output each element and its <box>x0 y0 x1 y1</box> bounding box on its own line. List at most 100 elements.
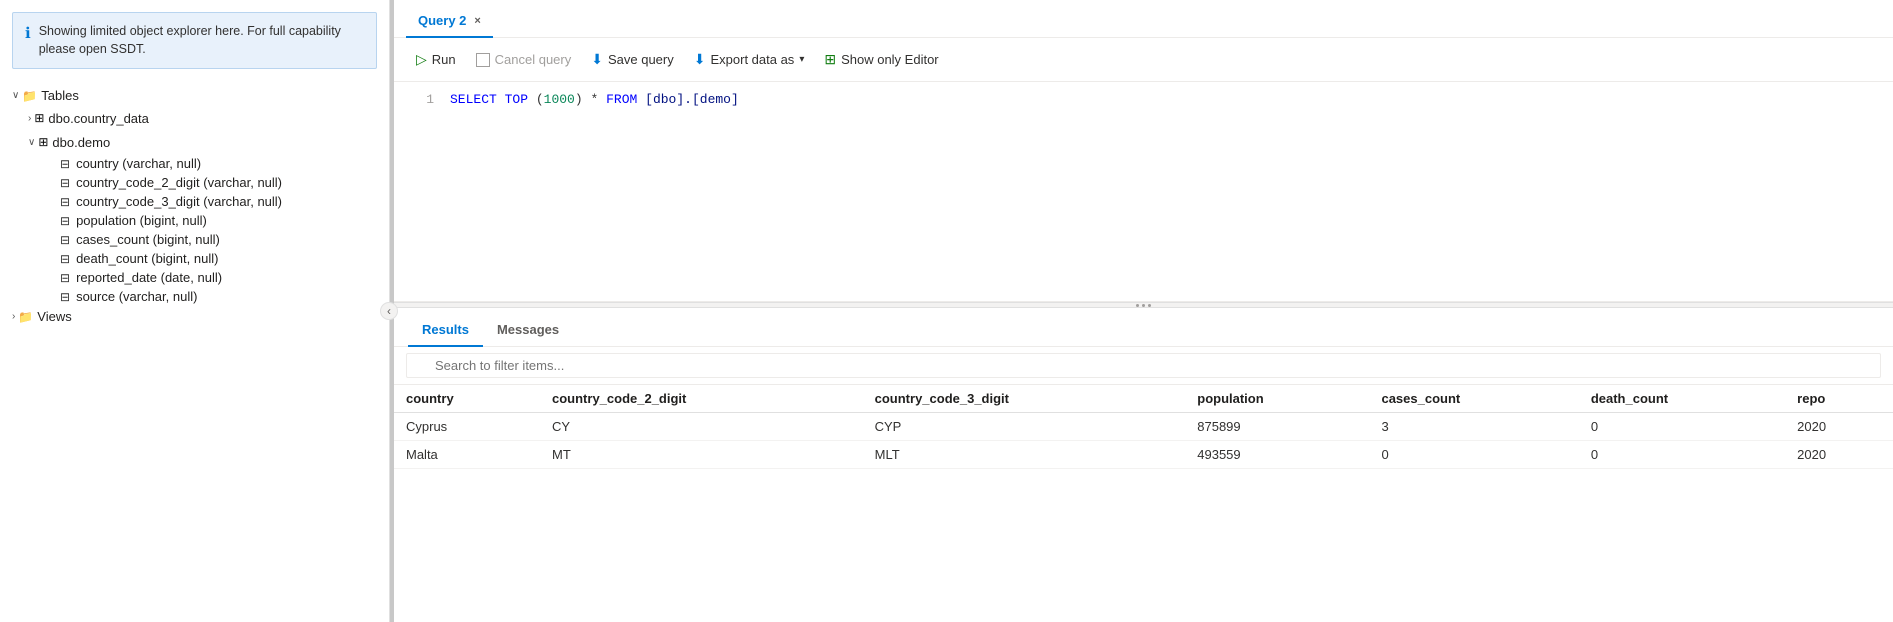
editor-line-1: 1 SELECT TOP (1000) * FROM [dbo].[demo] <box>394 92 1893 107</box>
tab-query2-close[interactable]: × <box>474 15 480 27</box>
folder-icon-views: 📁 <box>18 310 33 324</box>
cancel-label: Cancel query <box>495 52 572 67</box>
column-label: source (varchar, null) <box>76 289 197 304</box>
cell-country_code_3_digit: CYP <box>863 413 1186 441</box>
tree-item-views[interactable]: › 📁 Views <box>8 306 381 327</box>
tree-item-demo[interactable]: ∨ ⊞ dbo.demo ··· <box>8 130 381 154</box>
search-wrapper: 🔍 <box>406 353 1881 378</box>
cell-country_code_2_digit: CY <box>540 413 863 441</box>
kw-from: FROM <box>606 92 637 107</box>
save-icon: ⬇ <box>591 51 603 68</box>
column-header-cases_count: cases_count <box>1369 385 1578 413</box>
search-bar: 🔍 <box>394 347 1893 385</box>
tree-item-column: ⊟ country_code_3_digit (varchar, null) <box>8 192 381 211</box>
chevron-down-icon: ∨ <box>12 90 19 101</box>
info-banner-text: Showing limited object explorer here. Fo… <box>39 23 364 58</box>
search-input[interactable] <box>406 353 1881 378</box>
chevron-right-icon: › <box>28 113 31 124</box>
tree-section: ∨ 📁 Tables › ⊞ dbo.country_data ··· ∨ ⊞ … <box>0 77 389 335</box>
column-icon: ⊟ <box>60 195 70 209</box>
tree-item-column: ⊟ reported_date (date, null) <box>8 268 381 287</box>
tree-item-column: ⊟ country (varchar, null) <box>8 154 381 173</box>
column-header-country_code_3_digit: country_code_3_digit <box>863 385 1186 413</box>
paren-close: ) <box>575 92 583 107</box>
column-icon: ⊟ <box>60 176 70 190</box>
folder-icon: 📁 <box>22 89 37 103</box>
export-label: Export data as <box>710 52 794 67</box>
results-tab-label: Results <box>422 322 469 337</box>
table-icon: ⊞ <box>34 111 44 125</box>
info-icon: ℹ <box>25 24 31 42</box>
results-area: Results Messages 🔍 countrycountry_code_2… <box>394 308 1893 622</box>
resize-dot-3 <box>1148 304 1151 307</box>
views-label: Views <box>37 309 71 324</box>
run-button[interactable]: ▷ Run <box>408 46 464 73</box>
column-label: country_code_3_digit (varchar, null) <box>76 194 282 209</box>
tree-item-column: ⊟ cases_count (bigint, null) <box>8 230 381 249</box>
info-banner: ℹ Showing limited object explorer here. … <box>12 12 377 69</box>
cell-country_code_3_digit: MLT <box>863 441 1186 469</box>
cell-population: 875899 <box>1185 413 1369 441</box>
column-label: country (varchar, null) <box>76 156 201 171</box>
resize-dot-1 <box>1136 304 1139 307</box>
cell-country: Cyprus <box>394 413 540 441</box>
tab-query2-label: Query 2 <box>418 13 466 28</box>
export-chevron-icon: ▾ <box>799 54 804 65</box>
kw-select: SELECT <box>450 92 497 107</box>
columns-container: ⊟ country (varchar, null) ⊟ country_code_2_… <box>8 154 381 306</box>
column-header-country_code_2_digit: country_code_2_digit <box>540 385 863 413</box>
data-table-wrapper[interactable]: countrycountry_code_2_digitcountry_code_… <box>394 385 1893 622</box>
column-header-repo: repo <box>1785 385 1893 413</box>
collapse-sidebar-button[interactable]: ‹ <box>380 302 398 320</box>
column-header-country: country <box>394 385 540 413</box>
column-label: reported_date (date, null) <box>76 270 222 285</box>
tab-bar: Query 2 × <box>394 0 1893 38</box>
cell-cases_count: 0 <box>1369 441 1578 469</box>
editor-area: 1 SELECT TOP (1000) * FROM [dbo].[demo] <box>394 82 1893 302</box>
tree-item-column: ⊟ country_code_2_digit (varchar, null) <box>8 173 381 192</box>
show-editor-button[interactable]: ⊞ Show only Editor <box>816 46 946 73</box>
cancel-query-button[interactable]: Cancel query <box>468 47 580 72</box>
column-icon: ⊟ <box>60 233 70 247</box>
paren-open: ( <box>536 92 544 107</box>
tree-item-column: ⊟ source (varchar, null) <box>8 287 381 306</box>
cell-country_code_2_digit: MT <box>540 441 863 469</box>
column-label: country_code_2_digit (varchar, null) <box>76 175 282 190</box>
save-label: Save query <box>608 52 674 67</box>
save-query-button[interactable]: ⬇ Save query <box>583 46 682 73</box>
table-ref: [dbo].[demo] <box>645 92 739 107</box>
table-row: MaltaMTMLT493559002020 <box>394 441 1893 469</box>
country-data-label: dbo.country_data <box>48 111 148 126</box>
table-body: CyprusCYCYP875899302020MaltaMTMLT4935590… <box>394 413 1893 469</box>
show-editor-label: Show only Editor <box>841 52 939 67</box>
export-icon: ⬇ <box>694 51 706 68</box>
column-icon: ⊟ <box>60 252 70 266</box>
sidebar: ℹ Showing limited object explorer here. … <box>0 0 390 622</box>
column-icon: ⊟ <box>60 290 70 304</box>
column-label: cases_count (bigint, null) <box>76 232 220 247</box>
run-icon: ▷ <box>416 51 427 68</box>
tables-label: Tables <box>41 88 79 103</box>
cell-death_count: 0 <box>1579 413 1785 441</box>
table-header: countrycountry_code_2_digitcountry_code_… <box>394 385 1893 413</box>
tab-results[interactable]: Results <box>408 316 483 347</box>
cell-cases_count: 3 <box>1369 413 1578 441</box>
column-icon: ⊟ <box>60 157 70 171</box>
column-header-population: population <box>1185 385 1369 413</box>
results-tabs: Results Messages <box>394 308 1893 347</box>
results-table: countrycountry_code_2_digitcountry_code_… <box>394 385 1893 469</box>
column-icon: ⊟ <box>60 214 70 228</box>
tree-item-country-data[interactable]: › ⊞ dbo.country_data ··· <box>8 106 381 130</box>
cell-population: 493559 <box>1185 441 1369 469</box>
cancel-icon <box>476 53 490 67</box>
tab-messages[interactable]: Messages <box>483 316 573 347</box>
cell-repo: 2020 <box>1785 441 1893 469</box>
star: * <box>591 92 599 107</box>
column-icon: ⊟ <box>60 271 70 285</box>
resize-dot-2 <box>1142 304 1145 307</box>
tab-query2[interactable]: Query 2 × <box>406 7 493 38</box>
code-text: SELECT TOP (1000) * FROM [dbo].[demo] <box>450 92 739 107</box>
export-data-button[interactable]: ⬇ Export data as ▾ <box>686 46 813 73</box>
tree-item-column: ⊟population (bigint, null) <box>8 211 381 230</box>
tree-item-tables[interactable]: ∨ 📁 Tables <box>8 85 381 106</box>
